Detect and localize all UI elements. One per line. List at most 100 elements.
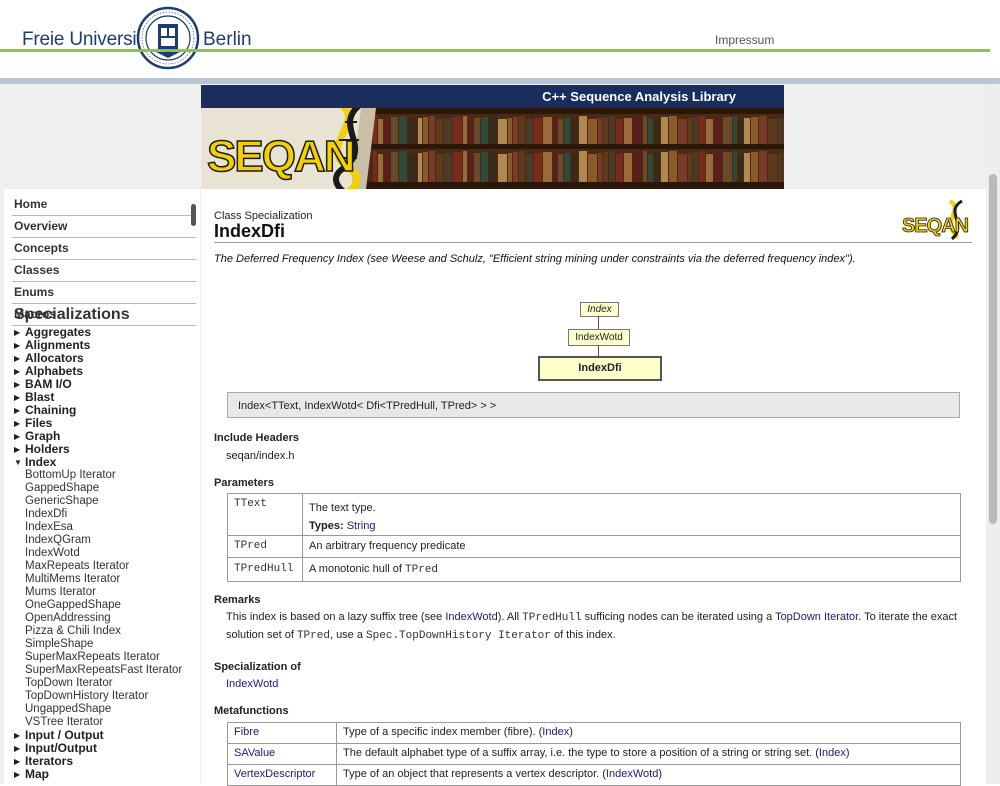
metafunction-ref-link[interactable]: Index — [819, 747, 846, 759]
sidebar-category[interactable]: ▼ Index — [14, 456, 200, 469]
triangle-right-icon[interactable]: ▶ — [14, 378, 25, 391]
impressum-link[interactable]: Impressum — [715, 33, 774, 47]
sidebar-item[interactable]: Pizza & Chili Index — [14, 625, 200, 638]
sidebar-item[interactable]: Mums Iterator — [14, 586, 200, 599]
sidebar-scrollbar[interactable] — [191, 204, 196, 226]
page-scrollbar[interactable] — [986, 84, 1000, 784]
sidebar-category-label: Blast — [25, 390, 55, 404]
sidebar-category-label: Index — [25, 455, 57, 469]
remarks-code: TPredHull — [522, 612, 582, 624]
sidebar-item[interactable]: MultiMems Iterator — [14, 573, 200, 586]
sidebar-item[interactable]: SuperMaxRepeatsFast Iterator — [14, 664, 200, 677]
specialization-of-link[interactable]: IndexWotd — [226, 678, 278, 690]
remarks-link-topdown-iterator[interactable]: TopDown Iterator — [775, 611, 858, 623]
triangle-right-icon[interactable]: ▶ — [14, 365, 25, 378]
metafunction-desc-end: ) — [569, 726, 573, 738]
param-desc-code: TPred — [405, 564, 439, 576]
sidebar-item[interactable]: BottomUp Iterator — [14, 469, 200, 482]
sidebar-item[interactable]: IndexEsa — [14, 521, 200, 534]
type-link-string[interactable]: String — [347, 520, 376, 532]
triangle-right-icon[interactable]: ▶ — [14, 755, 25, 768]
table-row: VertexDescriptor Type of an object that … — [227, 764, 961, 786]
metafunction-ref-link[interactable]: Index — [542, 726, 569, 738]
metafunction-desc-end: ) — [658, 768, 662, 780]
sidebar-category-label: Alignments — [25, 338, 91, 352]
triangle-right-icon[interactable]: ▶ — [14, 404, 25, 417]
sidebar-item[interactable]: OpenAddressing — [14, 612, 200, 625]
metafunction-link-fibre[interactable]: Fibre — [234, 726, 259, 738]
triangle-right-icon[interactable]: ▶ — [14, 742, 25, 755]
triangle-right-icon[interactable]: ▶ — [14, 729, 25, 742]
include-headers-heading: Include Headers — [214, 432, 299, 444]
remarks-fragment: This index is based on a lazy suffix tre… — [226, 611, 443, 623]
table-row: TText The text type. Types: String — [227, 493, 961, 536]
metafunction-name: Fibre — [227, 722, 337, 744]
sidebar-item[interactable]: TopDownHistory Iterator — [14, 690, 200, 703]
specializations-heading: Specializations — [14, 306, 130, 323]
specialization-of-heading: Specialization of — [214, 661, 301, 673]
sidebar-item[interactable]: OneGappedShape — [14, 599, 200, 612]
sidebar-item[interactable]: IndexWotd — [14, 547, 200, 560]
page-scrollbar-thumb[interactable] — [989, 174, 997, 524]
sidebar-item[interactable]: MaxRepeats Iterator — [14, 560, 200, 573]
remarks-code: TPred — [296, 630, 330, 642]
diagram-edge — [598, 316, 599, 329]
university-seal-logo[interactable] — [136, 6, 200, 70]
metafunction-link-savalue[interactable]: SAValue — [234, 747, 275, 759]
triangle-right-icon[interactable]: ▶ — [14, 326, 25, 339]
diagram-node-index[interactable]: Index — [580, 302, 619, 317]
triangle-right-icon[interactable]: ▶ — [14, 443, 25, 456]
sidebar-item[interactable]: SimpleShape — [14, 638, 200, 651]
param-desc: A monotonic hull of TPred — [302, 557, 961, 582]
main-background — [201, 189, 986, 784]
metafunction-name: VertexDescriptor — [227, 764, 337, 786]
remarks-link-indexwotd[interactable]: IndexWotd — [445, 611, 497, 623]
nav-concepts[interactable]: Concepts — [12, 239, 196, 260]
param-desc-text: A monotonic hull of — [309, 563, 402, 575]
class-signature: Index<TText, IndexWotd< Dfi<TPredHull, T… — [227, 392, 960, 418]
param-name: TPred — [227, 535, 303, 558]
metafunction-desc-text: Type of a specific index member (fibre).… — [343, 726, 543, 738]
sidebar-item[interactable]: IndexDfi — [14, 508, 200, 521]
sidebar-category-label: Alphabets — [25, 364, 84, 378]
title-divider — [214, 242, 972, 243]
metafunction-ref-link[interactable]: IndexWotd — [606, 768, 658, 780]
seqan-logo-text: SEQAN — [207, 132, 353, 181]
triangle-right-icon[interactable]: ▶ — [14, 768, 25, 781]
remarks-fragment: sufficing nodes can be iterated using a — [584, 611, 773, 623]
sidebar-item[interactable]: UngappedShape — [14, 703, 200, 716]
nav-enums[interactable]: Enums — [12, 283, 196, 304]
remarks-code: Spec.TopDownHistory Iterator — [366, 630, 551, 642]
sidebar-item[interactable]: GappedShape — [14, 482, 200, 495]
triangle-right-icon[interactable]: ▶ — [14, 352, 25, 365]
triangle-right-icon[interactable]: ▶ — [14, 339, 25, 352]
metafunctions-heading: Metafunctions — [214, 705, 289, 717]
header-green-line — [0, 49, 990, 52]
metafunction-link-vertexdescriptor[interactable]: VertexDescriptor — [234, 768, 315, 780]
metafunction-desc-end: ) — [845, 747, 850, 759]
nav-overview[interactable]: Overview — [12, 217, 196, 238]
sidebar-item[interactable]: TopDown Iterator — [14, 677, 200, 690]
sidebar-category[interactable]: ▶ Map — [14, 768, 200, 781]
param-name: TText — [227, 493, 303, 536]
page-title: IndexDfi — [214, 221, 286, 241]
remarks-text: This index is based on a lazy suffix tre… — [226, 609, 966, 645]
triangle-right-icon[interactable]: ▶ — [14, 391, 25, 404]
sidebar-item[interactable]: GenericShape — [14, 495, 200, 508]
triangle-down-icon[interactable]: ▼ — [14, 456, 25, 469]
diagram-node-indexwotd[interactable]: IndexWotd — [568, 329, 630, 346]
remarks-fragment: of this index. — [553, 629, 616, 641]
remarks-fragment: , use a — [329, 629, 363, 641]
triangle-right-icon[interactable]: ▶ — [14, 430, 25, 443]
metafunction-desc: The default alphabet type of a suffix ar… — [336, 743, 961, 765]
nav-home[interactable]: Home — [12, 195, 196, 216]
triangle-right-icon[interactable]: ▶ — [14, 417, 25, 430]
small-logo-text: SEQAN — [902, 215, 969, 237]
sidebar-category-label: Holders — [25, 442, 70, 456]
nav-classes[interactable]: Classes — [12, 261, 196, 282]
sidebar-item[interactable]: IndexQGram — [14, 534, 200, 547]
sidebar-item[interactable]: SuperMaxRepeats Iterator — [14, 651, 200, 664]
param-desc: An arbitrary frequency predicate — [302, 535, 961, 558]
banner-title-bar: C++ Sequence Analysis Library — [201, 85, 784, 108]
seqan-small-logo: SEQAN — [902, 199, 970, 241]
